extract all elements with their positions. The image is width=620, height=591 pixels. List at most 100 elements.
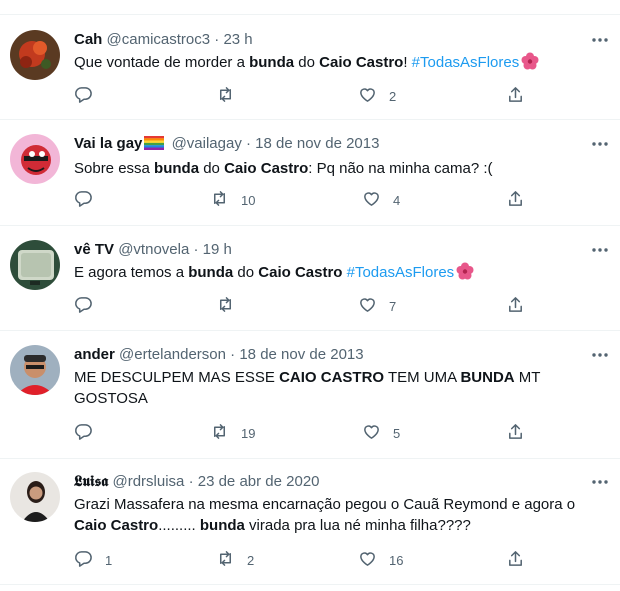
separator: · — [246, 135, 251, 152]
timestamp[interactable]: 19 h — [203, 241, 232, 258]
timestamp[interactable]: 23 de abr de 2020 — [198, 473, 320, 490]
share-button[interactable] — [506, 550, 525, 572]
like-button[interactable]: 16 — [358, 550, 403, 572]
like-button[interactable]: 2 — [358, 86, 396, 108]
heart-icon — [362, 422, 381, 446]
like-button[interactable]: 4 — [362, 190, 400, 212]
handle[interactable]: @vailagay — [172, 135, 242, 152]
handle[interactable]: @ertelanderson — [119, 346, 226, 363]
share-icon — [506, 295, 525, 319]
text-part: ......... — [158, 517, 200, 534]
text-part: ! — [403, 54, 412, 71]
avatar[interactable] — [10, 472, 60, 522]
avatar[interactable] — [10, 240, 60, 290]
highlight-text: Caio Castro — [74, 517, 159, 534]
text-part: Que vontade de morder a — [74, 54, 250, 71]
like-button[interactable]: 5 — [362, 423, 400, 445]
text-part: virada pra lua né minha filha???? — [244, 517, 471, 534]
tweet-actions: 10 4 — [0, 190, 620, 212]
share-button[interactable] — [506, 86, 525, 108]
heart-icon — [358, 85, 377, 109]
highlight-text: bunda — [188, 264, 234, 281]
text-part: : Pq não na minha cama? :( — [308, 160, 493, 177]
separator: · — [188, 473, 194, 490]
more-icon[interactable] — [590, 134, 610, 154]
retweet-icon — [216, 295, 235, 319]
retweet-count: 2 — [247, 553, 255, 568]
share-button[interactable] — [506, 296, 525, 318]
tweet-text: ME DESCULPEM MAS ESSE CAIO CASTRO TEM UM… — [74, 367, 554, 409]
heart-icon — [362, 189, 381, 213]
text-part: do — [199, 160, 225, 177]
handle[interactable]: @rdrsluisa — [112, 473, 184, 490]
reply-button[interactable] — [74, 423, 105, 445]
text-part: ME DESCULPEM MAS ESSE — [74, 369, 280, 386]
reply-icon — [74, 85, 93, 109]
reply-button[interactable]: 1 — [74, 550, 112, 572]
like-count: 7 — [389, 299, 397, 314]
highlight-text: Caio Castro — [224, 160, 309, 177]
handle[interactable]: @camicastroc3 — [107, 31, 211, 48]
like-count: 5 — [393, 426, 401, 441]
more-icon[interactable] — [590, 240, 610, 260]
text-part: do — [233, 264, 259, 281]
display-name[interactable]: Cah — [74, 31, 102, 48]
tweet-actions: 1 2 16 — [0, 550, 620, 572]
handle[interactable]: @vtnovela — [118, 241, 189, 258]
avatar[interactable] — [10, 345, 60, 395]
reply-button[interactable] — [74, 190, 105, 212]
divider — [0, 14, 620, 15]
avatar[interactable] — [10, 30, 60, 80]
display-name[interactable]: ander — [74, 346, 115, 363]
highlight-text: bunda — [199, 517, 245, 534]
highlight-text: bunda — [249, 54, 295, 71]
retweet-button[interactable]: 19 — [210, 423, 255, 445]
divider — [0, 119, 620, 120]
retweet-button[interactable]: 2 — [216, 550, 254, 572]
retweet-button[interactable] — [216, 296, 247, 318]
tweet-actions: 2 — [0, 86, 620, 108]
highlight-text: Caio Castro — [258, 264, 343, 281]
retweet-icon — [210, 422, 229, 446]
display-name[interactable]: Vai la gay — [74, 135, 142, 152]
highlight-text: bunda — [154, 160, 200, 177]
text-part: Grazi Massafera na mesma encarnação pego… — [74, 496, 576, 513]
tweet-text: E agora temos a bunda do Caio Castro #To… — [74, 262, 574, 286]
reply-icon — [74, 295, 93, 319]
avatar[interactable] — [10, 134, 60, 184]
heart-icon — [358, 295, 377, 319]
reply-icon — [74, 422, 93, 446]
timestamp[interactable]: 23 h — [223, 31, 252, 48]
tweet-header: ander @ertelanderson · 18 de nov de 2013 — [74, 345, 364, 365]
timestamp[interactable]: 18 de nov de 2013 — [239, 346, 363, 363]
display-name[interactable]: vê TV — [74, 241, 114, 258]
like-button[interactable]: 7 — [358, 296, 396, 318]
retweet-count: 10 — [241, 193, 256, 208]
display-name[interactable]: 𝕷𝖚𝖎𝖘𝖆 — [74, 473, 108, 490]
hibiscus-icon — [521, 52, 539, 76]
more-icon[interactable] — [590, 30, 610, 50]
divider — [0, 330, 620, 331]
tweet-header: Cah @camicastroc3 · 23 h — [74, 30, 253, 50]
tweet-text: Grazi Massafera na mesma encarnação pego… — [74, 494, 604, 536]
share-icon — [506, 85, 525, 109]
hashtag-link[interactable]: #TodasAsFlores — [347, 264, 455, 281]
hashtag-link[interactable]: #TodasAsFlores — [412, 54, 520, 71]
share-button[interactable] — [506, 423, 525, 445]
retweet-button[interactable]: 10 — [210, 190, 255, 212]
timestamp[interactable]: 18 de nov de 2013 — [255, 135, 379, 152]
share-button[interactable] — [506, 190, 525, 212]
retweet-icon — [216, 549, 235, 573]
reply-button[interactable] — [74, 296, 105, 318]
retweet-button[interactable] — [216, 86, 247, 108]
more-icon[interactable] — [590, 472, 610, 492]
like-count: 2 — [389, 89, 397, 104]
tweet-text: Que vontade de morder a bunda do Caio Ca… — [74, 52, 574, 76]
text-part: Sobre essa — [74, 160, 155, 177]
divider — [0, 458, 620, 459]
tweet-text: Sobre essa bunda do Caio Castro: Pq não … — [74, 158, 574, 179]
divider — [0, 225, 620, 226]
more-icon[interactable] — [590, 345, 610, 365]
reply-button[interactable] — [74, 86, 105, 108]
tweet-header: Vai la gay @vailagay · 18 de nov de 2013 — [74, 134, 379, 154]
